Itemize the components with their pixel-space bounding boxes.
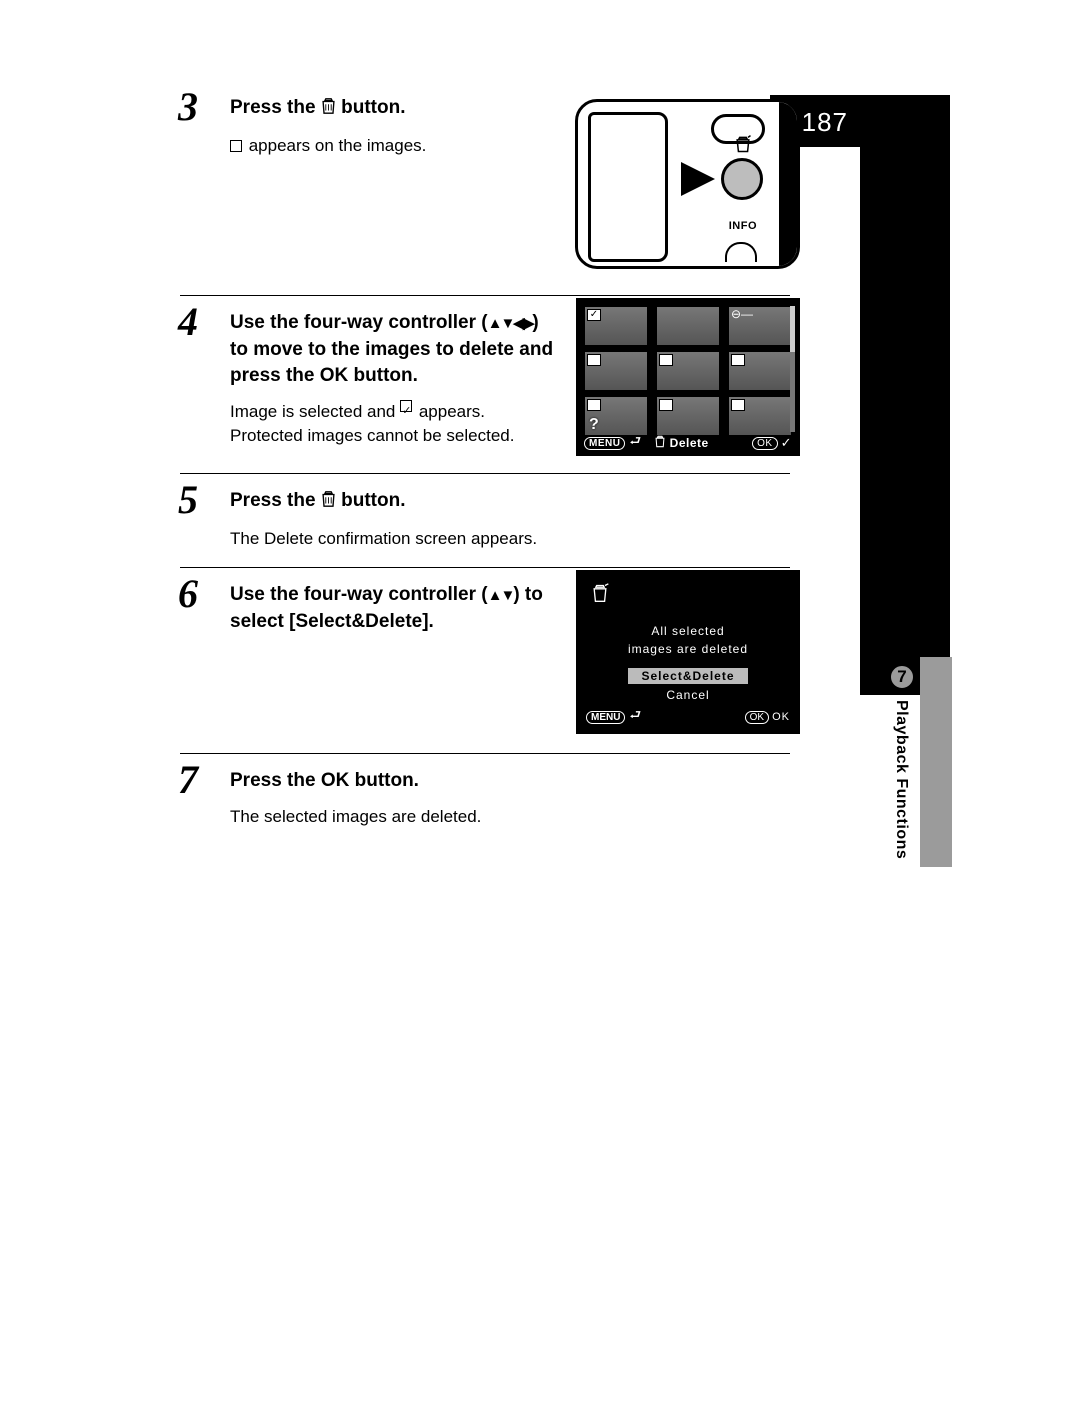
menu-pill: MENU bbox=[586, 711, 625, 724]
arrows-updown-icon: ▲▼ bbox=[488, 587, 514, 604]
step-5: 5 Press the button. The Delete confirmat… bbox=[180, 473, 790, 567]
step-heading: Press the OK button. bbox=[230, 768, 790, 795]
step-number: 5 bbox=[178, 480, 198, 520]
text: Press the bbox=[230, 770, 321, 791]
step-number: 7 bbox=[178, 760, 198, 800]
step-heading: Use the four-way controller (▲▼) to sele… bbox=[230, 582, 560, 635]
manual-page: 187 7 Playback Functions 3 Press the but… bbox=[0, 0, 1080, 1410]
thumbnail bbox=[656, 396, 720, 436]
checkbox-empty-icon bbox=[587, 399, 601, 411]
thumbnail bbox=[656, 306, 720, 346]
text: button. bbox=[348, 365, 418, 386]
info-label: INFO bbox=[729, 220, 757, 232]
option-cancel: Cancel bbox=[578, 688, 798, 702]
step-body: The selected images are deleted. bbox=[230, 805, 790, 830]
step-4: 4 Use the four-way controller (▲▼◀▶) to … bbox=[180, 295, 790, 473]
ok-glyph: OK bbox=[320, 365, 349, 386]
step-heading: Use the four-way controller (▲▼◀▶) to mo… bbox=[230, 310, 560, 390]
text: images are deleted bbox=[628, 642, 748, 656]
side-gray-tab bbox=[920, 657, 952, 867]
check-icon: ✓ bbox=[781, 435, 792, 451]
thumbnail bbox=[584, 351, 648, 391]
checkbox-empty-icon bbox=[659, 354, 673, 366]
menu-pill: MENU bbox=[584, 437, 625, 450]
text: button. bbox=[341, 97, 405, 118]
trash-icon bbox=[731, 134, 755, 159]
chapter-title: Playback Functions bbox=[892, 700, 910, 859]
checkbox-empty-icon bbox=[587, 354, 601, 366]
step-3: 3 Press the button. appears on the image… bbox=[180, 95, 790, 295]
ok-text: OK bbox=[772, 711, 790, 723]
step-body: Image is selected and appears. Protected… bbox=[230, 400, 570, 449]
text: appears on the images. bbox=[244, 136, 426, 155]
ok-pill: OK bbox=[752, 437, 777, 450]
step6-illustration: All selected images are deleted Select&D… bbox=[576, 572, 800, 736]
text: All selected bbox=[651, 624, 724, 638]
step4-illustration: ✓ ? MENU ⮐ bbox=[576, 300, 800, 458]
scrollbar bbox=[790, 306, 795, 432]
text: Protected images cannot be selected. bbox=[230, 426, 514, 445]
trash-icon bbox=[590, 582, 610, 609]
text: Press the bbox=[230, 97, 321, 118]
back-arrow-icon: ⮐ bbox=[629, 706, 641, 728]
thumbnail bbox=[728, 396, 792, 436]
step-number: 6 bbox=[178, 574, 198, 614]
pointer-arrow-icon bbox=[681, 162, 715, 196]
text: Press the bbox=[230, 490, 321, 511]
thumbnail bbox=[656, 351, 720, 391]
checkbox-empty-icon bbox=[659, 399, 673, 411]
step-6: 6 Use the four-way controller (▲▼) to se… bbox=[180, 567, 790, 753]
side-black-bar bbox=[860, 95, 950, 695]
trash-icon bbox=[321, 97, 336, 124]
check-icon: ✓ bbox=[587, 309, 601, 321]
step-heading: Press the button. bbox=[230, 488, 790, 517]
thumbnail: ? bbox=[584, 396, 648, 436]
chapter-number: 7 bbox=[889, 664, 915, 690]
text: button. bbox=[349, 770, 419, 791]
step-number: 3 bbox=[178, 87, 198, 127]
delete-button bbox=[721, 158, 763, 200]
thumbnail: ✓ bbox=[584, 306, 648, 346]
back-arrow-icon: ⮐ bbox=[629, 432, 641, 454]
ok-pill: OK bbox=[745, 711, 769, 724]
checkbox-checked-icon bbox=[400, 400, 412, 412]
thumbnail bbox=[728, 351, 792, 391]
checkbox-empty-icon bbox=[230, 140, 242, 152]
lcd-footer: MENU ⮐ Delete OK ✓ bbox=[578, 432, 798, 454]
checkbox-empty-icon bbox=[731, 354, 745, 366]
info-button-icon bbox=[725, 242, 757, 262]
arrows-4way-icon: ▲▼◀▶ bbox=[488, 315, 533, 332]
dialog-options: Select&Delete Cancel bbox=[578, 668, 798, 702]
text: Use the four-way controller bbox=[230, 584, 481, 605]
lcd-footer: MENU ⮐ OK OK bbox=[578, 706, 798, 728]
trash-icon bbox=[654, 435, 666, 451]
thumbnail-protected bbox=[728, 306, 792, 346]
dialog-message: All selected images are deleted bbox=[578, 622, 798, 658]
step3-illustration: INFO bbox=[575, 99, 800, 269]
option-select-delete: Select&Delete bbox=[628, 668, 748, 684]
delete-label: Delete bbox=[670, 436, 709, 450]
checkbox-empty-icon bbox=[731, 399, 745, 411]
text: Use the four-way controller bbox=[230, 312, 481, 333]
step-number: 4 bbox=[178, 302, 198, 342]
lcd-outline bbox=[588, 112, 668, 262]
thumbnail-grid: ✓ ? bbox=[584, 306, 792, 436]
text: Image is selected and bbox=[230, 402, 400, 421]
text: appears. bbox=[414, 402, 485, 421]
steps-list: 3 Press the button. appears on the image… bbox=[180, 95, 790, 845]
trash-icon bbox=[321, 490, 336, 517]
ok-glyph: OK bbox=[321, 770, 350, 791]
step-body: The Delete confirmation screen appears. bbox=[230, 527, 790, 552]
step-7: 7 Press the OK button. The selected imag… bbox=[180, 753, 790, 845]
text: button. bbox=[341, 490, 405, 511]
